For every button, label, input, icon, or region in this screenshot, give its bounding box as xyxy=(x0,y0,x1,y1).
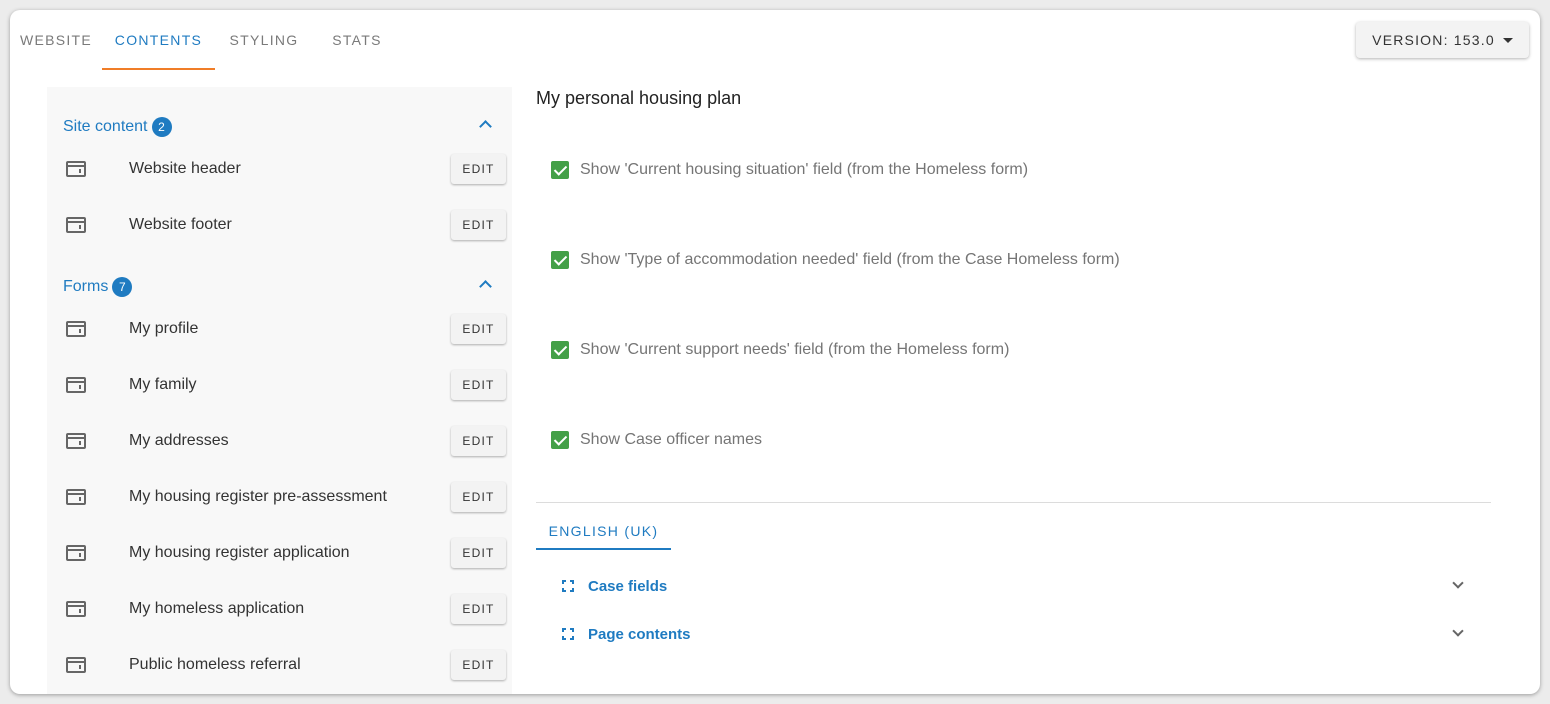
list-item: Website footer EDIT xyxy=(47,197,512,253)
item-label: My addresses xyxy=(129,432,229,449)
checkbox-row[interactable]: Show 'Current housing situation' field (… xyxy=(551,160,1028,180)
edit-button[interactable]: EDIT xyxy=(451,482,506,512)
top-tabs: WEBSITE CONTENTS STYLING STATS xyxy=(10,10,401,70)
checkbox-label: Show 'Type of accommodation needed' fiel… xyxy=(580,251,1120,268)
page-title: My personal housing plan xyxy=(536,88,742,108)
list-item: My addresses EDIT xyxy=(47,413,512,469)
edit-button[interactable]: EDIT xyxy=(451,210,506,240)
edit-button[interactable]: EDIT xyxy=(451,426,506,456)
checkbox-checked-icon[interactable] xyxy=(551,251,569,269)
edit-button[interactable]: EDIT xyxy=(451,538,506,568)
checkbox-row[interactable]: Show 'Current support needs' field (from… xyxy=(551,340,1009,360)
web-page-icon xyxy=(66,321,86,337)
edit-button[interactable]: EDIT xyxy=(451,650,506,680)
checkbox-label: Show 'Current housing situation' field (… xyxy=(580,161,1029,178)
tab-stats[interactable]: STATS xyxy=(313,10,401,70)
web-page-icon xyxy=(66,217,86,233)
version-label: VERSION: 153.0 xyxy=(1372,32,1495,48)
checkbox-checked-icon[interactable] xyxy=(551,161,569,179)
accordion-page-contents[interactable]: Page contents xyxy=(558,620,1468,648)
accordion-case-fields[interactable]: Case fields xyxy=(558,572,1468,600)
app-window: WEBSITE CONTENTS STYLING STATS VERSION: … xyxy=(10,10,1540,694)
list-item: My profile EDIT xyxy=(47,301,512,357)
chevron-down-icon[interactable] xyxy=(1452,577,1464,589)
item-label: My housing register application xyxy=(129,544,350,561)
version-dropdown[interactable]: VERSION: 153.0 xyxy=(1356,22,1529,58)
divider xyxy=(536,502,1491,503)
list-item: My housing register application EDIT xyxy=(47,525,512,581)
web-page-icon xyxy=(66,161,86,177)
edit-button[interactable]: EDIT xyxy=(451,154,506,184)
accordion-label: Case fields xyxy=(588,577,668,595)
list-item: Website header EDIT xyxy=(47,141,512,197)
list-item: My housing register pre-assessment EDIT xyxy=(47,469,512,525)
item-label: My homeless application xyxy=(129,600,305,617)
checkbox-row[interactable]: Show Case officer names xyxy=(551,430,762,450)
accordion-label: Page contents xyxy=(588,625,691,643)
content-sidebar: Site content 2 Website header EDIT Websi… xyxy=(47,87,512,694)
expand-icon xyxy=(562,580,574,592)
section-title: Forms xyxy=(63,278,109,295)
edit-button[interactable]: EDIT xyxy=(451,594,506,624)
list-item: My homeless application EDIT xyxy=(47,581,512,637)
checkbox-checked-icon[interactable] xyxy=(551,341,569,359)
item-label: Public homeless referral xyxy=(129,656,301,673)
item-label: My family xyxy=(129,376,197,393)
caret-down-icon xyxy=(1502,37,1513,43)
chevron-up-icon[interactable] xyxy=(479,120,492,133)
chevron-down-icon[interactable] xyxy=(1452,625,1464,637)
count-badge: 2 xyxy=(151,117,172,137)
web-page-icon xyxy=(66,489,86,505)
checkbox-checked-icon[interactable] xyxy=(551,431,569,449)
web-page-icon xyxy=(66,377,86,393)
tab-contents[interactable]: CONTENTS xyxy=(102,10,215,70)
web-page-icon xyxy=(66,657,86,673)
edit-button[interactable]: EDIT xyxy=(451,314,506,344)
item-label: My housing register pre-assessment xyxy=(129,488,387,505)
item-label: Website footer xyxy=(129,216,232,233)
expand-icon xyxy=(562,628,574,640)
tab-styling[interactable]: STYLING xyxy=(215,10,313,70)
checkbox-label: Show Case officer names xyxy=(580,431,763,448)
item-label: My profile xyxy=(129,320,199,337)
list-item: My family EDIT xyxy=(47,357,512,413)
checkbox-label: Show 'Current support needs' field (from… xyxy=(580,341,1010,358)
web-page-icon xyxy=(66,433,86,449)
count-badge: 7 xyxy=(112,277,133,297)
web-page-icon xyxy=(66,545,86,561)
tab-language-english-uk[interactable]: ENGLISH (UK) xyxy=(536,512,671,550)
edit-button[interactable]: EDIT xyxy=(451,370,506,400)
tab-website[interactable]: WEBSITE xyxy=(10,10,102,70)
item-label: Website header xyxy=(129,160,241,177)
checkbox-row[interactable]: Show 'Type of accommodation needed' fiel… xyxy=(551,250,1120,270)
list-item: Public homeless referral EDIT xyxy=(47,637,512,693)
web-page-icon xyxy=(66,601,86,617)
section-title: Site content xyxy=(63,118,148,135)
chevron-up-icon[interactable] xyxy=(479,280,492,293)
